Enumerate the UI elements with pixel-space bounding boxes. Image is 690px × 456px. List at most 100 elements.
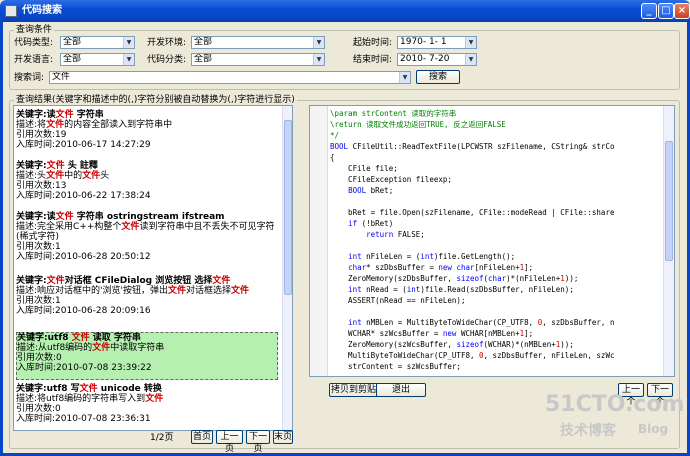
description-label: 描述: <box>16 394 38 404</box>
result-item[interactable]: 关键字:utf8 文件 读取 字符串 描述:从utf8编码的文件中读取字符串 引用次… <box>16 332 278 380</box>
code-token: sizeof <box>456 274 484 283</box>
next-page-button[interactable]: 下一页 <box>246 430 270 454</box>
code-token: )file.Read(szDbsBuffer, nFileLen); <box>420 285 574 294</box>
dev-env-select[interactable]: 全部 ▼ <box>191 36 325 49</box>
start-time-picker[interactable]: 1970- 1- 1 ▼ <box>397 36 477 49</box>
code-token: ZeroMemory(szWcsBuffer, <box>330 340 457 349</box>
prev-page-button[interactable]: 上一页 <box>216 430 243 454</box>
code-gutter <box>310 106 328 376</box>
app-icon <box>5 5 17 17</box>
code-token: \param strContent 读取的字符串 <box>330 109 457 118</box>
text-segment: 完全采用C++构整个 <box>37 222 122 232</box>
code-token: bRet = file.Open(szFilename, CFile::mode… <box>330 208 615 217</box>
text-segment: 从utf8编码的 <box>38 343 93 353</box>
results-scrollbar[interactable] <box>282 106 292 430</box>
keyword-highlight: 文件 <box>121 222 140 232</box>
result-item[interactable]: 关键字:文件 头 註釋 描述:头文件中的文件头 引用次数:13 入库时间:2010-0… <box>16 161 278 209</box>
keyword-label: 关键字: <box>17 333 48 343</box>
code-line: \return 读取文件成功返回TRUE, 反之返回FALSE <box>330 120 506 131</box>
result-item[interactable]: 关键字:读文件 字符串 ostringstream ifstream 描述:完全采… <box>16 212 278 272</box>
result-description: 描述:将文件的内容全部读入到字符串中 <box>16 120 278 130</box>
last-page-button[interactable]: 末页 <box>273 430 293 444</box>
code-token: ZeroMemory(szDbsBuffer, <box>330 274 457 283</box>
code-line: BOOL CFileUtil::ReadTextFile(LPCWSTR szF… <box>330 142 614 153</box>
description-label: 描述: <box>16 222 38 232</box>
result-item[interactable]: 关键字:读文件 字符串 描述:将文件的内容全部读入到字符串中 引用次数:19 入库时间… <box>16 110 278 158</box>
result-keywords: 关键字:utf8 文件 读取 字符串 <box>17 333 277 343</box>
result-description: 描述:响应对话框中的'浏览'按钮，弹出文件对话框选择文件 <box>16 286 278 296</box>
text-segment: 对话框选择 <box>186 286 232 296</box>
start-time-label: 起始时间: <box>353 38 393 48</box>
result-keywords: 关键字:文件 头 註釋 <box>16 161 278 171</box>
code-token: WCHAR[nMBLen+ <box>456 329 520 338</box>
code-scroll-thumb[interactable] <box>665 141 673 261</box>
chevron-down-icon: ▼ <box>313 37 324 48</box>
code-token: int <box>420 252 434 261</box>
results-list[interactable]: 关键字:读文件 字符串 描述:将文件的内容全部读入到字符串中 引用次数:19 入库时间… <box>13 105 293 431</box>
code-token: new <box>442 329 457 338</box>
exit-button[interactable]: 退出 <box>376 383 426 397</box>
code-token: \return 读取文件成功返回TRUE, 反之返回FALSE <box>330 120 506 129</box>
keyword-label: 关键字: <box>16 161 47 171</box>
code-editor[interactable]: \param strContent 读取的字符串 \return 读取文件成功返回… <box>309 105 675 377</box>
code-line: */ <box>330 131 339 142</box>
code-token: )*(nFileLen+ <box>506 274 561 283</box>
code-token: )); <box>560 340 574 349</box>
code-line: bRet = file.Open(szFilename, CFile::mode… <box>330 208 614 219</box>
code-line: int nFileLen = (int)file.GetLength(); <box>330 252 515 263</box>
dev-lang-select[interactable]: 全部 ▼ <box>60 53 135 66</box>
close-button[interactable]: × <box>674 3 690 19</box>
chevron-down-icon: ▼ <box>465 37 476 48</box>
description-label: 描述: <box>16 286 38 296</box>
text-segment: utf8 <box>47 333 72 343</box>
result-item[interactable]: 关键字:utf8 写文件 unicode 转换 描述:将utf8编码的字符串写入到… <box>16 384 278 430</box>
code-line: ZeroMemory(szDbsBuffer, sizeof(char)*(nF… <box>330 274 578 285</box>
code-scrollbar[interactable] <box>663 106 674 376</box>
dev-env-value: 全部 <box>194 37 213 47</box>
code-token: FALSE; <box>393 230 425 239</box>
results-scroll-thumb[interactable] <box>284 120 292 295</box>
keyword-label: 关键字: <box>16 110 47 120</box>
code-token: ASSERT(nRead == nFileLen); <box>330 296 466 305</box>
page-indicator: 1/2页 <box>150 433 174 443</box>
code-token: int <box>348 285 362 294</box>
code-line: char* szDbsBuffer = new char[nFileLen+1]… <box>330 263 533 274</box>
result-keywords: 关键字:utf8 写文件 unicode 转换 <box>16 384 278 394</box>
code-line: CFile file; <box>330 164 398 175</box>
keyword-highlight: 文件 <box>46 120 65 130</box>
text-segment: 字符串 <box>73 110 104 120</box>
code-line: WCHAR* szWcsBuffer = new WCHAR[nMBLen+1]… <box>330 329 533 340</box>
start-time-value: 1970- 1- 1 <box>400 37 447 47</box>
code-token: int <box>348 252 362 261</box>
minimize-button[interactable]: _ <box>641 3 657 19</box>
code-token: , szDbsBuffer, nFileLen, szWc <box>483 351 615 360</box>
watermark-blog: Blog <box>638 422 669 436</box>
result-description: 描述:头文件中的文件头 <box>16 171 278 181</box>
code-type-select[interactable]: 全部 ▼ <box>60 36 135 49</box>
code-token: CFileException fileexp; <box>330 175 452 184</box>
keyword-label: 关键字: <box>16 384 47 394</box>
result-time: 入库时间:2010-06-22 17:38:24 <box>16 191 151 201</box>
code-class-select[interactable]: 全部 ▼ <box>191 53 325 66</box>
maximize-button[interactable]: □ <box>658 3 674 19</box>
keyword-highlight: 文件 <box>71 333 90 343</box>
code-class-value: 全部 <box>194 54 213 64</box>
end-time-picker[interactable]: 2010- 7-20 ▼ <box>397 53 477 66</box>
code-token: ]; <box>524 263 534 272</box>
result-time: 入库时间:2010-06-17 14:27:29 <box>16 140 151 150</box>
first-page-button[interactable]: 首页 <box>191 430 213 444</box>
code-line: return FALSE; <box>330 230 425 241</box>
code-token: int <box>348 318 362 327</box>
result-keywords: 关键字:读文件 字符串 <box>16 110 278 120</box>
keyword-highlight: 文件 <box>79 384 98 394</box>
dev-lang-label: 开发语言: <box>14 55 54 65</box>
code-token: )); <box>564 274 579 283</box>
search-button[interactable]: 搜索 <box>416 70 460 84</box>
code-token: bRet; <box>366 186 394 195</box>
text-segment: 字符串 ostringstream ifstream <box>73 212 225 222</box>
result-item[interactable]: 关键字:文件对话框 CFileDialog 浏览按钮 选择文件 描述:响应对话框中… <box>16 276 278 328</box>
code-line: int nMBLen = MultiByteToWideChar(CP_UTF8… <box>330 318 614 329</box>
keyword-input[interactable]: 文件 ▼ <box>49 71 411 84</box>
keyword-highlight: 文件 <box>231 286 250 296</box>
